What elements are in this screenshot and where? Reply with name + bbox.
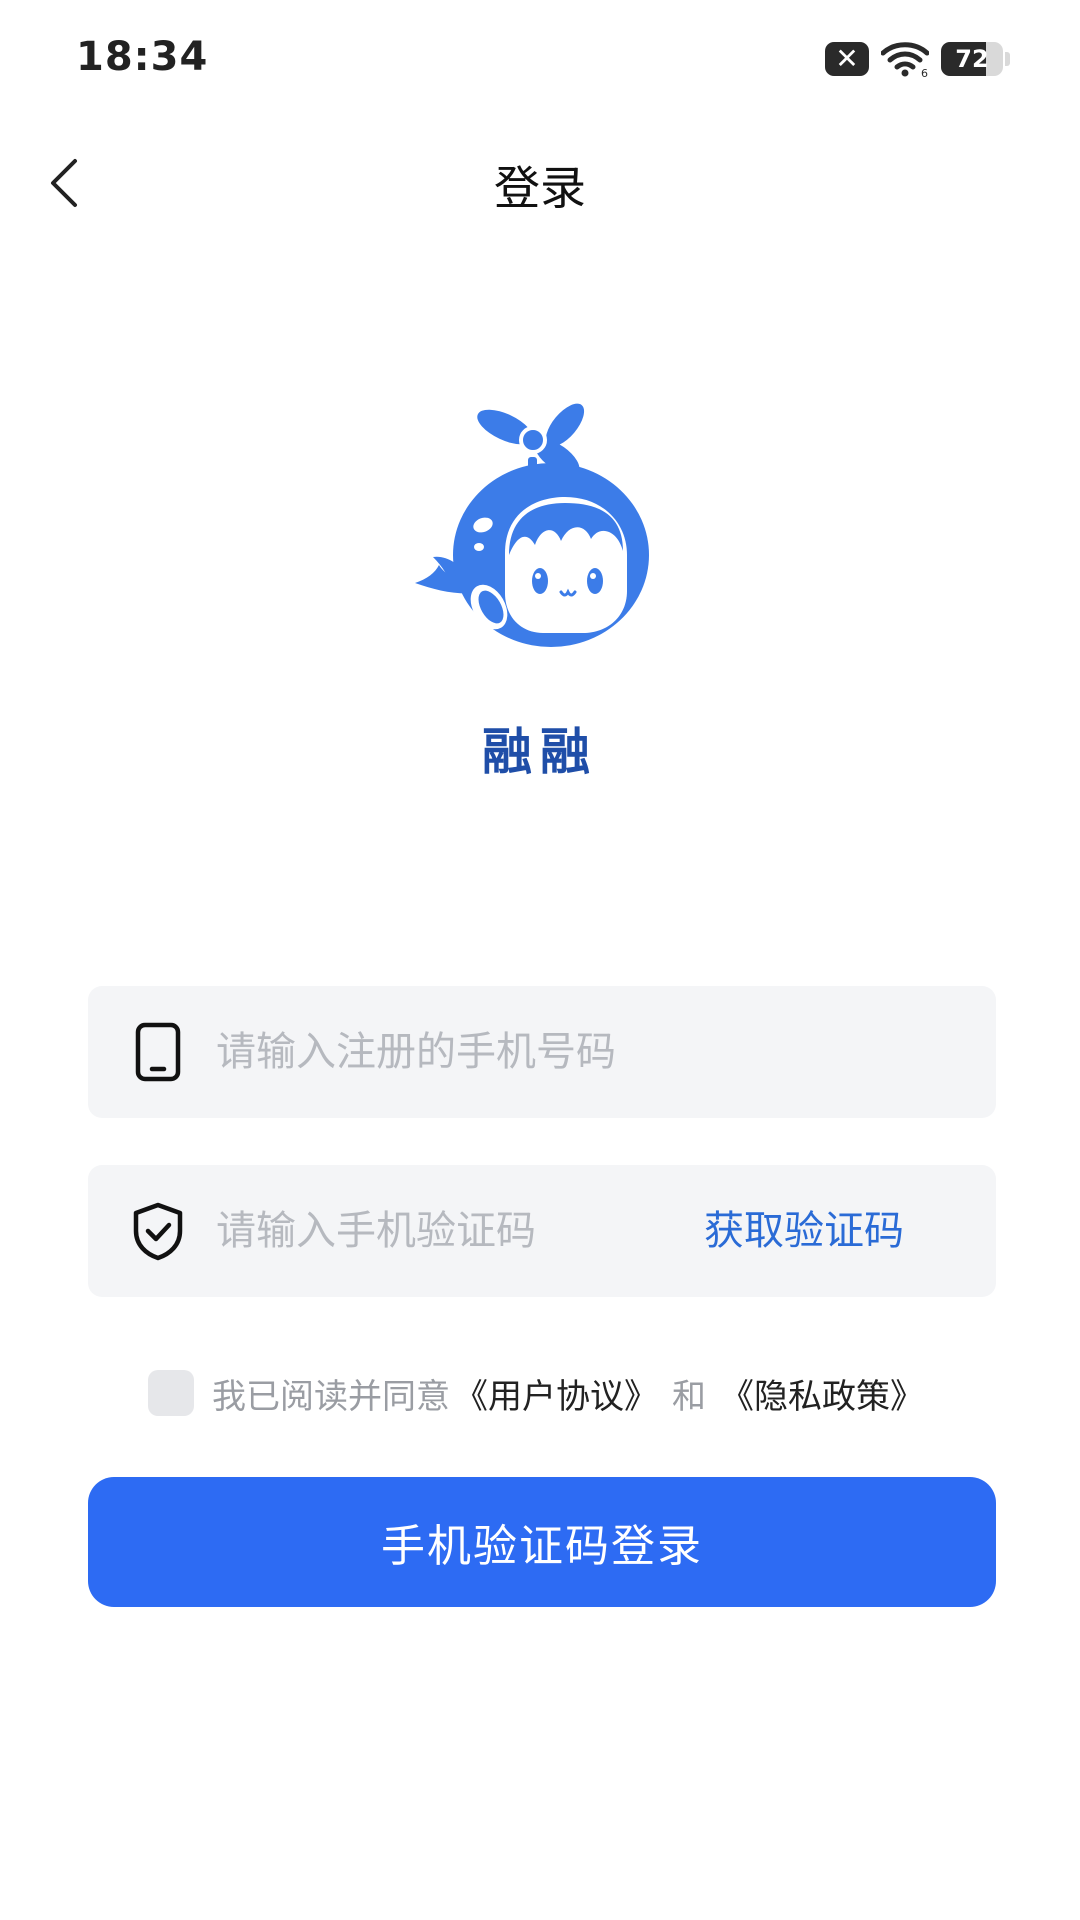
app-logo (415, 403, 649, 647)
phone-icon (128, 1022, 188, 1082)
agreement-row: 我已阅读并同意 《用户协议》 和 《隐私政策》 (148, 1368, 928, 1418)
code-input[interactable] (216, 1165, 686, 1297)
battery-icon: 72 (941, 42, 1003, 76)
agree-and-text: 和 (672, 1376, 706, 1417)
phone-field (88, 986, 996, 1118)
no-signal-icon: ✕ (825, 42, 869, 76)
get-code-button[interactable]: 获取验证码 (704, 1165, 904, 1297)
status-icons: ✕ 6 72 (825, 36, 1010, 82)
status-time: 18:34 (76, 34, 209, 80)
battery-tip (1005, 52, 1010, 66)
phone-input[interactable] (216, 986, 956, 1118)
nav-bar: 登录 (0, 130, 1080, 240)
agree-checkbox[interactable] (148, 1370, 194, 1416)
shield-check-icon (128, 1201, 188, 1261)
wifi-icon: 6 (881, 42, 929, 78)
page-title: 登录 (494, 161, 586, 215)
agree-text: 我已阅读并同意 (212, 1376, 450, 1417)
code-field: 获取验证码 (88, 1165, 996, 1297)
status-bar: 18:34 ✕ 6 72 (0, 0, 1080, 120)
login-button[interactable]: 手机验证码登录 (88, 1477, 996, 1607)
svg-text:6: 6 (921, 67, 928, 78)
app-name: 融融 (482, 723, 598, 781)
user-agreement-link[interactable]: 《用户协议》 (454, 1369, 658, 1418)
battery-level: 72 (955, 45, 989, 73)
privacy-policy-link[interactable]: 《隐私政策》 (720, 1369, 924, 1418)
